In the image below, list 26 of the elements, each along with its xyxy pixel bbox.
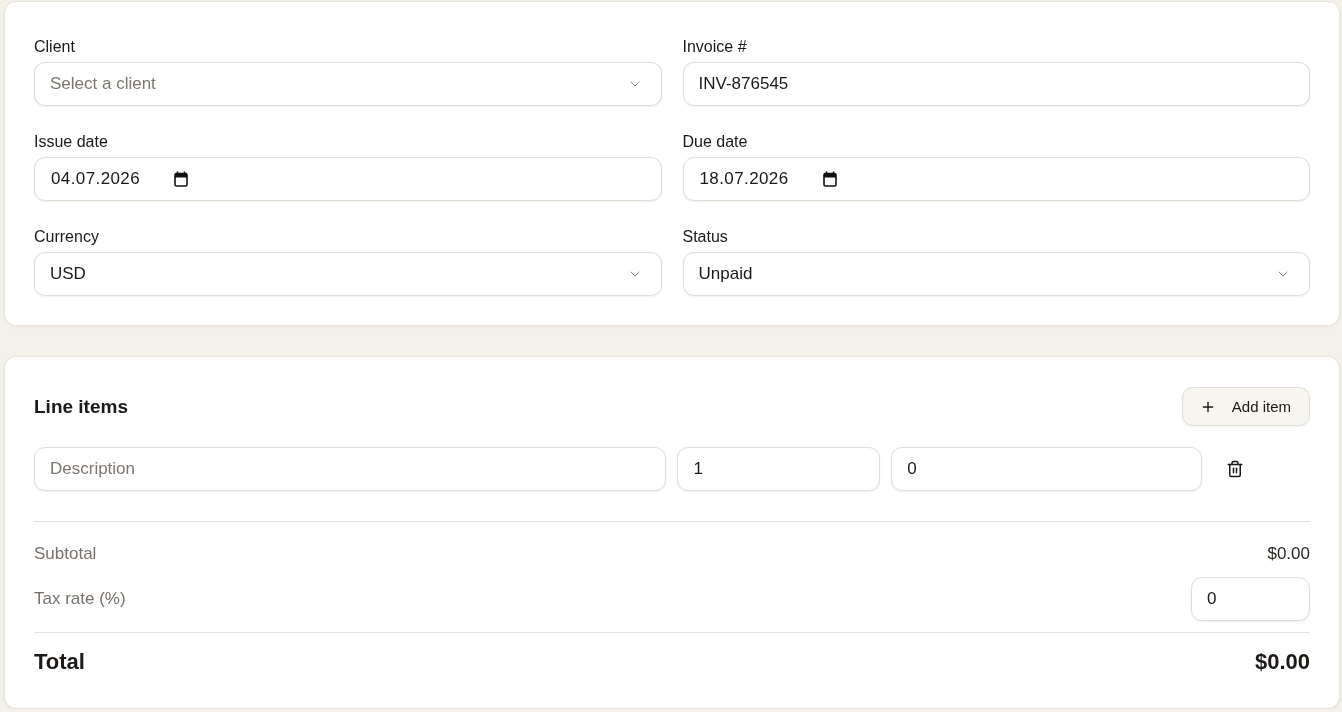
date-field[interactable]: 18.07.2026 xyxy=(682,157,1310,201)
field-label: Due date xyxy=(682,132,749,152)
field-label: Client xyxy=(34,37,76,57)
subtotal-label: Subtotal xyxy=(34,544,97,564)
date-field[interactable]: 04.07.2026 xyxy=(34,157,662,201)
dropdown-field[interactable]: Select a client xyxy=(34,62,662,106)
field-label: Currency xyxy=(34,227,100,247)
tax-rate-label: Tax rate (%) xyxy=(34,589,126,609)
calendar-icon[interactable] xyxy=(174,171,189,187)
tax-rate-input[interactable]: 0 xyxy=(1191,577,1310,621)
dropdown-field[interactable]: USD xyxy=(34,252,662,296)
field-label: Issue date xyxy=(34,132,109,152)
line-item-input[interactable]: 1 xyxy=(677,447,881,491)
calendar-icon[interactable] xyxy=(822,171,837,187)
add-item-button[interactable]: Add item xyxy=(1181,387,1310,426)
total-label: Total xyxy=(34,649,85,675)
field-label: Status xyxy=(682,227,729,247)
line-item-input[interactable]: 0 xyxy=(891,447,1203,491)
text-field[interactable]: INV-876545 xyxy=(682,62,1310,106)
line-item-input[interactable]: Description xyxy=(34,447,667,491)
section-title: Line items xyxy=(34,395,128,418)
dropdown-field[interactable]: Unpaid xyxy=(682,252,1310,296)
trash-icon xyxy=(1226,460,1245,478)
subtotal-value: $0.00 xyxy=(1267,544,1310,564)
total-value: $0.00 xyxy=(1254,649,1310,675)
field-label: Invoice # xyxy=(682,37,748,57)
